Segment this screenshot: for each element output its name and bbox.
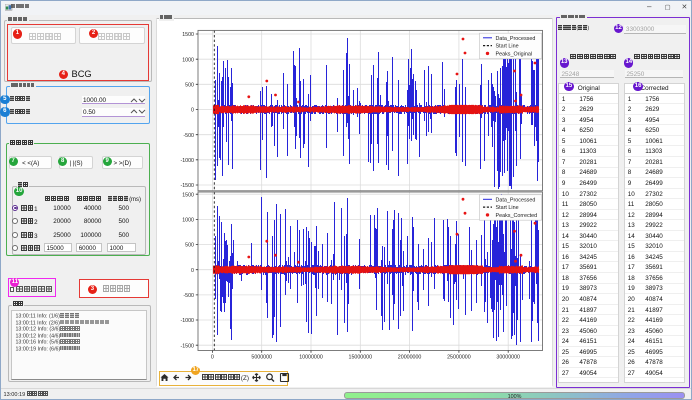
svg-text:15000000: 15000000	[349, 355, 373, 361]
svg-text:0: 0	[191, 268, 194, 274]
svg-text:1000: 1000	[182, 57, 194, 63]
svg-text:-1000: -1000	[180, 158, 194, 164]
svg-text:30000000: 30000000	[496, 355, 520, 361]
svg-text:Data_Processed: Data_Processed	[496, 197, 536, 203]
svg-text:1500: 1500	[182, 32, 194, 38]
svg-text:Peaks_Original: Peaks_Original	[496, 51, 533, 57]
svg-text:-1000: -1000	[180, 318, 194, 324]
svg-text:20000000: 20000000	[398, 355, 422, 361]
svg-text:0: 0	[211, 355, 214, 361]
svg-text:Start Line: Start Line	[496, 205, 519, 211]
svg-text:-500: -500	[183, 133, 194, 139]
svg-text:1500: 1500	[182, 192, 194, 198]
svg-text:-1500: -1500	[180, 343, 194, 349]
svg-text:-500: -500	[183, 293, 194, 299]
svg-text:5000000: 5000000	[251, 355, 272, 361]
svg-text:25000000: 25000000	[447, 355, 471, 361]
svg-text:Data_Processed: Data_Processed	[496, 36, 536, 42]
svg-text:0: 0	[191, 108, 194, 114]
svg-text:1000: 1000	[182, 218, 194, 224]
svg-text:10000000: 10000000	[299, 355, 323, 361]
svg-text:-1500: -1500	[180, 183, 194, 189]
svg-text:500: 500	[185, 82, 194, 88]
svg-text:Start Line: Start Line	[496, 44, 519, 50]
svg-text:Peaks_Corrected: Peaks_Corrected	[496, 213, 538, 219]
svg-text:500: 500	[185, 243, 194, 249]
